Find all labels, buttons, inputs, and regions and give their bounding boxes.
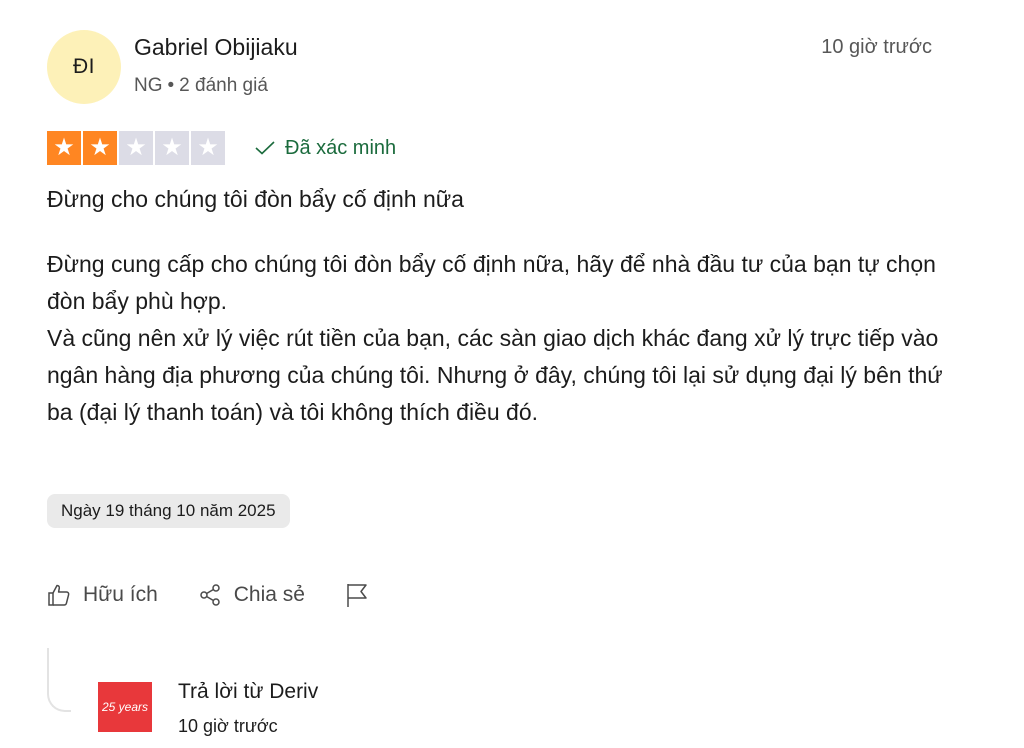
review-body: Đừng cung cấp cho chúng tôi đòn bẩy cố đ… (47, 246, 947, 431)
reply-timestamp: 10 giờ trước (178, 716, 278, 736)
review-paragraph: Và cũng nên xử lý việc rút tiền của bạn,… (47, 325, 943, 425)
review-title: Đừng cho chúng tôi đòn bẩy cố định nữa (47, 186, 464, 212)
star-filled-icon: ★ (47, 131, 81, 165)
star-filled-icon: ★ (83, 131, 117, 165)
company-reply: 25 years Trả lời từ Deriv 10 giờ trước (47, 648, 647, 748)
reply-connector (47, 648, 71, 712)
flag-icon (347, 584, 367, 607)
author-meta: NG • 2 đánh giá (134, 75, 268, 97)
share-button[interactable]: Chia sẻ (198, 583, 305, 607)
meta-separator: • (167, 75, 175, 96)
company-logo-text: 25 years (101, 700, 149, 714)
verified-badge[interactable]: Đã xác minh (255, 137, 396, 160)
verified-label: Đã xác minh (285, 136, 397, 159)
share-label: Chia sẻ (233, 583, 305, 606)
useful-label: Hữu ích (83, 583, 158, 606)
author-name[interactable]: Gabriel Obijiaku (134, 34, 298, 61)
review-header: ĐI Gabriel Obijiaku NG • 2 đánh giá 10 giờ… (47, 30, 937, 110)
report-button[interactable] (345, 582, 381, 608)
check-icon (255, 141, 275, 155)
experience-date-badge: Ngày 19 tháng 10 năm 2025 (47, 494, 290, 528)
thumbs-up-icon (48, 584, 70, 606)
review-paragraph: Đừng cung cấp cho chúng tôi đòn bẩy cố đ… (47, 251, 936, 314)
avatar[interactable]: ĐI (47, 30, 121, 104)
author-review-count: 2 đánh giá (179, 75, 268, 96)
author-country: NG (134, 75, 163, 96)
star-empty-icon: ★ (155, 131, 189, 165)
star-empty-icon: ★ (191, 131, 225, 165)
star-empty-icon: ★ (119, 131, 153, 165)
company-logo[interactable]: 25 years (98, 682, 152, 732)
share-icon (200, 584, 220, 606)
rating-row: ★ ★ ★ ★ ★ Đã xác minh (47, 131, 396, 165)
useful-button[interactable]: Hữu ích (47, 583, 158, 607)
reply-title: Trả lời từ Deriv (178, 680, 319, 703)
review-actions: Hữu ích Chia sẻ (47, 578, 421, 612)
review-timestamp: 10 giờ trước (821, 36, 932, 58)
star-rating: ★ ★ ★ ★ ★ (47, 131, 225, 165)
